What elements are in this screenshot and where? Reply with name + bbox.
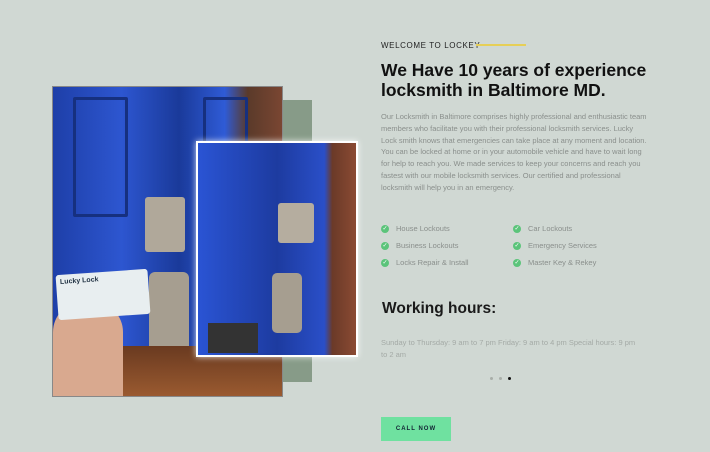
working-hours-text: Sunday to Thursday: 9 am to 7 pm Friday:… (381, 338, 636, 359)
check-icon: ✓ (513, 224, 521, 233)
about-description: Our Locksmith in Baltimore comprises hig… (381, 112, 647, 192)
section-eyebrow: WELCOME TO LOCKEY (381, 41, 481, 50)
working-hours-title: Working hours: (382, 300, 497, 317)
feature-list: ✓ House Lockouts ✓ Car Lockouts ✓ Business … (381, 224, 651, 267)
feature-item: ✓ House Lockouts (381, 224, 450, 233)
carousel-dot-3[interactable] (508, 377, 511, 380)
deadbolt-image (145, 197, 185, 252)
section-title: We Have 10 years of experience locksmith… (381, 60, 647, 100)
business-card-image: Lucky Lock (55, 268, 151, 321)
eyebrow-divider (476, 44, 526, 46)
check-icon: ✓ (381, 241, 389, 250)
check-icon: ✓ (381, 258, 389, 267)
carousel-dot-1[interactable] (490, 377, 493, 380)
carousel-dot-2[interactable] (499, 377, 502, 380)
check-icon: ✓ (513, 241, 521, 250)
door-handle-photo (196, 141, 358, 357)
carousel-dots (490, 377, 511, 380)
feature-item: ✓ Car Lockouts (513, 224, 573, 233)
check-icon: ✓ (513, 258, 521, 267)
feature-item: ✓ Master Key & Rekey (513, 258, 597, 267)
feature-item: ✓ Emergency Services (513, 241, 597, 250)
feature-item: ✓ Locks Repair & Install (381, 258, 469, 267)
door-handle-image (149, 272, 189, 352)
feature-item: ✓ Business Lockouts (381, 241, 459, 250)
check-icon: ✓ (381, 224, 389, 233)
call-now-button[interactable]: CALL NOW (381, 417, 451, 441)
